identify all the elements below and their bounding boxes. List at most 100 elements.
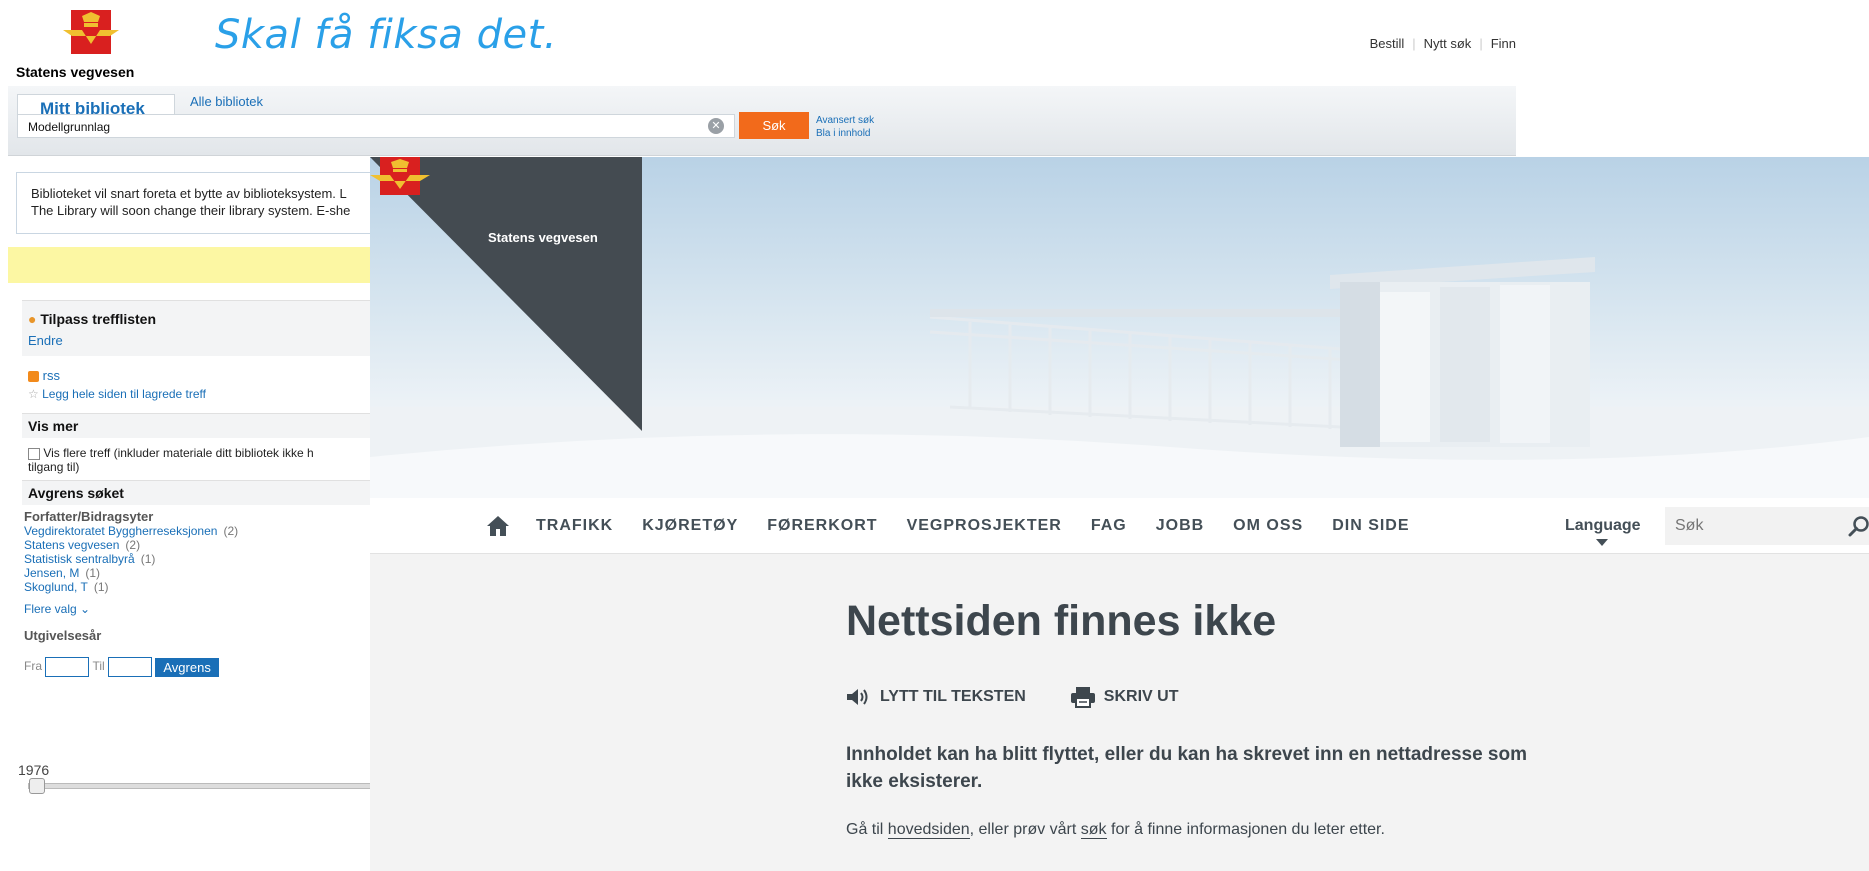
- show-more-label: Vis flere treff (inkluder materiale ditt…: [43, 446, 314, 460]
- user-icon: ●: [28, 311, 37, 327]
- rss-link[interactable]: rss: [28, 368, 416, 383]
- year-to-input[interactable]: [108, 657, 153, 677]
- svv-crest-icon[interactable]: [370, 157, 430, 197]
- author-name: Vegdirektoratet Byggherreseksjonen: [24, 524, 218, 538]
- library-logo[interactable]: Statens vegvesen: [16, 8, 166, 80]
- library-advanced-links: Avansert søk Bla i innhold: [816, 114, 874, 140]
- separator: |: [1412, 36, 1416, 51]
- nav-item-traffic[interactable]: TRAFIKK: [536, 517, 613, 535]
- print-label: SKRIV UT: [1103, 688, 1179, 705]
- author-facet-item[interactable]: Skoglund, T (1): [24, 580, 420, 594]
- body-prefix: Gå til: [846, 821, 888, 838]
- year-range: Fra Til Avgrens: [24, 657, 420, 677]
- listen-label: LYTT TIL TEKSTEN: [880, 688, 1026, 705]
- slider-handle[interactable]: [29, 778, 45, 794]
- author-heading: Forfatter/Bidragsyter: [24, 509, 154, 524]
- customize-panel: ● Tilpass trefflisten Endre: [22, 300, 422, 356]
- page-tools: LYTT TIL TEKSTEN SKRIV UT: [846, 686, 1178, 708]
- save-page-label: Legg hele siden til lagrede treff: [42, 387, 207, 401]
- rss-label: rss: [42, 368, 60, 383]
- nav-item-license[interactable]: FØRERKORT: [767, 517, 877, 535]
- show-more-title: Vis mer: [28, 418, 79, 434]
- nav-item-jobs[interactable]: JOBB: [1156, 517, 1204, 535]
- library-brand-name: Statens vegvesen: [16, 64, 135, 80]
- lead-text: Innholdet kan ha blitt flyttet, eller du…: [846, 744, 1527, 792]
- body-suffix: for å finne informasjonen du leter etter…: [1106, 821, 1385, 838]
- library-search-button[interactable]: Søk: [739, 112, 809, 139]
- highlight-banner: [8, 247, 428, 283]
- speaker-icon: [847, 689, 868, 705]
- author-count: (1): [93, 580, 109, 594]
- home-link[interactable]: hovedsiden: [887, 821, 970, 839]
- more-options-label: Flere valg: [24, 602, 77, 616]
- customize-title: Tilpass trefflisten: [40, 311, 157, 327]
- notice-line-english: The Library will soon change their libra…: [31, 203, 351, 218]
- author-name: Jensen, M: [24, 566, 80, 580]
- browse-content-link[interactable]: Bla i innhold: [816, 127, 874, 140]
- library-sidebar: ● Tilpass trefflisten Endre rss ☆ Legg h…: [22, 300, 422, 681]
- library-search-bar: Mitt bibliotek Alle bibliotek Modellgrun…: [8, 86, 1516, 156]
- show-more-label-cont: tilgang til): [28, 460, 80, 474]
- page-title: Nettsiden finnes ikke: [846, 597, 1277, 645]
- print-button[interactable]: SKRIV UT: [1070, 686, 1179, 708]
- chevron-down-icon: ⌄: [80, 602, 91, 616]
- edit-link[interactable]: Endre: [28, 333, 416, 348]
- search-icon[interactable]: [1848, 515, 1869, 537]
- tab-all-libraries[interactable]: Alle bibliotek: [190, 94, 263, 109]
- find-link[interactable]: Finn: [1491, 36, 1516, 51]
- apply-year-button[interactable]: Avgrens: [155, 657, 219, 677]
- language-selector[interactable]: Language: [1565, 517, 1641, 535]
- caret-down-icon: [1596, 539, 1608, 546]
- body-middle: , eller prøv vårt: [969, 821, 1081, 838]
- order-link[interactable]: Bestill: [1370, 36, 1405, 51]
- author-count: (1): [140, 552, 156, 566]
- to-label: Til: [92, 659, 105, 674]
- more-options-link[interactable]: Flere valg ⌄: [24, 602, 420, 616]
- author-count: (1): [85, 566, 101, 580]
- save-page-link[interactable]: ☆ Legg hele siden til lagrede treff: [28, 387, 416, 401]
- site-brand-name[interactable]: Statens vegvesen: [488, 230, 598, 245]
- rss-icon: [28, 371, 39, 383]
- svv-crest-icon: [63, 10, 119, 54]
- year-from-input[interactable]: [45, 657, 90, 677]
- nav-item-professional[interactable]: FAG: [1091, 517, 1127, 535]
- nav-items: TRAFIKK KJØRETØY FØRERKORT VEGPROSJEKTER…: [536, 517, 1410, 535]
- author-facet-item[interactable]: Jensen, M (1): [24, 566, 420, 580]
- slider-min-label: 1976: [18, 762, 50, 778]
- body-text: Gå til hovedsiden, eller prøv vårt søk f…: [846, 821, 1385, 839]
- author-name: Statens vegvesen: [24, 538, 120, 552]
- refine-title: Avgrens søket: [28, 485, 124, 501]
- year-slider[interactable]: [28, 778, 428, 794]
- search-link[interactable]: søk: [1080, 821, 1107, 839]
- nav-item-my-page[interactable]: DIN SIDE: [1332, 517, 1409, 535]
- nav-item-about[interactable]: OM OSS: [1233, 517, 1303, 535]
- site-search-input[interactable]: [1665, 507, 1869, 545]
- new-search-link[interactable]: Nytt søk: [1424, 36, 1472, 51]
- author-facet-item[interactable]: Statens vegvesen (2): [24, 538, 420, 552]
- show-more-option: Vis flere treff (inkluder materiale ditt…: [22, 438, 422, 480]
- clear-icon[interactable]: ✕: [708, 118, 724, 134]
- author-facet-item[interactable]: Vegdirektoratet Byggherreseksjonen (2): [24, 524, 420, 538]
- nav-item-vehicle[interactable]: KJØRETØY: [642, 517, 738, 535]
- year-heading: Utgivelsesår: [24, 628, 102, 643]
- notice-line-norwegian: Biblioteket vil snart foreta et bytte av…: [31, 186, 347, 201]
- hero-banner: Statens vegvesen: [370, 157, 1869, 498]
- author-name: Statistisk sentralbyrå: [24, 552, 135, 566]
- from-label: Fra: [24, 659, 42, 674]
- author-count: (2): [223, 524, 239, 538]
- svv-page: Statens vegvesen TRAFIKK KJØRETØY FØRERK…: [370, 157, 1869, 871]
- home-icon[interactable]: [486, 515, 510, 537]
- author-facet-item[interactable]: Statistisk sentralbyrå (1): [24, 552, 420, 566]
- author-name: Skoglund, T: [24, 580, 88, 594]
- listen-button[interactable]: LYTT TIL TEKSTEN: [846, 686, 1026, 708]
- library-search-input[interactable]: Modellgrunnlag: [17, 114, 735, 138]
- feed-links: rss ☆ Legg hele siden til lagrede treff: [22, 356, 422, 407]
- nav-item-road-projects[interactable]: VEGPROSJEKTER: [907, 517, 1062, 535]
- show-more-checkbox[interactable]: [28, 447, 40, 460]
- show-more-heading-bar: Vis mer: [22, 413, 422, 438]
- refine-heading-bar: Avgrens søket: [22, 480, 422, 505]
- refine-body: Forfatter/Bidragsyter Vegdirektoratet By…: [22, 505, 422, 681]
- advanced-search-link[interactable]: Avansert søk: [816, 114, 874, 127]
- handwritten-note: Skal få fiksa det.: [215, 12, 558, 58]
- separator: |: [1479, 36, 1483, 51]
